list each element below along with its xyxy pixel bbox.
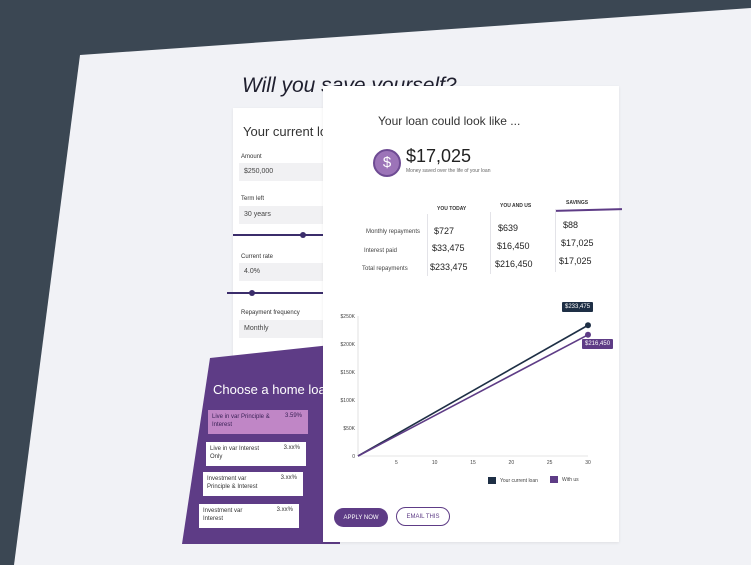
cell-interest-today: $33,475 [432, 243, 465, 253]
loan-option-rate: 3.xx% [280, 475, 297, 481]
apply-now-button[interactable]: APPLY NOW [334, 508, 388, 527]
column-divider [490, 212, 491, 274]
column-divider [555, 210, 556, 272]
legend-swatch-current [488, 477, 496, 484]
cell-monthly-today: $727 [434, 226, 455, 236]
row-label-interest: Interest paid [364, 248, 398, 254]
dollar-icon: $ [373, 149, 401, 177]
cell-total-savings: $17,025 [559, 256, 592, 266]
rate-slider[interactable] [227, 292, 327, 294]
series-end-point-1 [585, 331, 591, 338]
column-header-savings: SAVINGS [566, 200, 589, 206]
y-tick-label: $100K [341, 398, 356, 404]
loan-option-3[interactable]: Investment var Interest 3.xx% [199, 504, 299, 528]
term-slider[interactable] [233, 234, 333, 236]
x-tick-label: 5 [395, 460, 398, 466]
series-end-label-current: $233,475 [562, 302, 594, 313]
savings-amount: $17,025 [406, 146, 472, 166]
frequency-value: Monthly [244, 325, 269, 332]
term-slider-thumb[interactable] [300, 232, 306, 238]
frequency-label: Repayment frequency [241, 310, 300, 316]
series-end-point-0 [585, 322, 591, 329]
x-tick-label: 25 [547, 460, 553, 466]
cell-interest-with-us: $16,450 [497, 241, 530, 251]
loan-option-name: Investment var Interest [203, 508, 243, 522]
loan-option-0[interactable]: Live in var Principle & Interest 3.59% [208, 410, 308, 434]
loan-option-name: Live in var Principle & Interest [212, 414, 270, 428]
loan-option-name: Investment var Principle & Interest [207, 476, 258, 490]
home-loan-heading: Choose a home loan [213, 382, 333, 397]
term-label: Term left [241, 196, 265, 202]
x-tick-label: 10 [432, 460, 438, 466]
series-line-0 [357, 324, 589, 457]
loan-option-2[interactable]: Investment var Principle & Interest 3.xx… [203, 472, 303, 496]
x-tick-label: 15 [470, 460, 476, 466]
email-this-button[interactable]: EMAIL THIS [396, 507, 450, 526]
cell-total-today: $233,475 [430, 262, 468, 272]
y-tick-label: 0 [352, 454, 355, 460]
column-header-today: YOU TODAY [437, 206, 467, 212]
y-tick-label: $200K [341, 342, 356, 348]
row-label-total: Total repayments [362, 266, 408, 272]
cell-total-with-us: $216,450 [495, 259, 533, 269]
loan-option-name: Live in var Interest Only [210, 446, 260, 460]
results-heading: Your loan could look like ... [378, 114, 521, 128]
loan-option-rate: 3.59% [284, 413, 302, 419]
series-end-label-with-us: $216,450 [582, 338, 614, 349]
row-label-monthly: Monthly repayments [366, 229, 421, 235]
legend-label-with-us: With us [562, 477, 579, 483]
column-divider [427, 214, 428, 276]
y-tick-label: $150K [341, 370, 356, 376]
column-header-with-us: YOU AND US [500, 203, 532, 209]
cell-interest-savings: $17,025 [561, 238, 594, 248]
x-tick-label: 20 [509, 460, 515, 466]
amount-label: Amount [241, 154, 262, 160]
cell-monthly-savings: $88 [563, 220, 579, 230]
repayment-chart: 0 $50K $100K $150K $200K $250K 5 10 15 20 25 30 [341, 314, 591, 466]
legend-label-current: Your current loan [500, 478, 538, 484]
y-tick-label: $250K [341, 314, 356, 320]
series-line-1 [357, 334, 589, 457]
legend-swatch-with-us [550, 476, 558, 483]
y-tick-label: $50K [343, 426, 355, 432]
savings-caption: Money saved over the life of your loan [406, 168, 491, 174]
rate-slider-thumb[interactable] [249, 290, 255, 296]
loan-option-rate: 3.xx% [283, 445, 300, 451]
loan-option-rate: 3.xx% [276, 507, 293, 513]
cell-monthly-with-us: $639 [498, 223, 519, 233]
rate-label: Current rate [241, 254, 274, 260]
x-tick-label: 30 [585, 460, 591, 466]
loan-option-1[interactable]: Live in var Interest Only 3.xx% [206, 442, 306, 466]
